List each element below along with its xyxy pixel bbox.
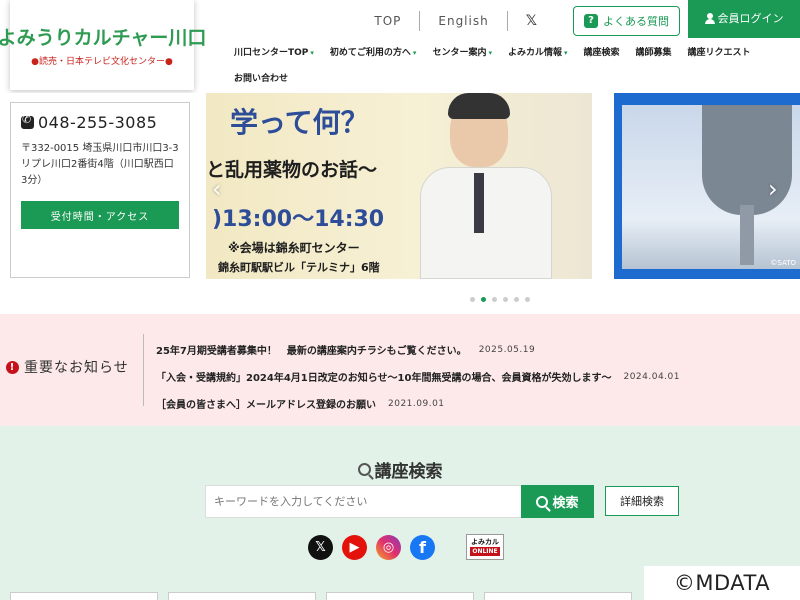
caret-down-icon: ▾ xyxy=(310,49,314,57)
search-button[interactable]: 検索 xyxy=(521,485,594,518)
nav-item-center-top[interactable]: 川口センターTOP ▾ xyxy=(226,46,322,60)
notice-date: 2021.09.01 xyxy=(388,398,445,409)
notice-heading: ! 重要なお知らせ xyxy=(6,357,129,377)
search-heading: 講座検索 xyxy=(0,457,800,482)
question-icon: ? xyxy=(584,14,598,28)
slider-prev-arrow[interactable]: ‹ xyxy=(212,175,222,203)
english-link[interactable]: English xyxy=(420,14,506,28)
caret-down-icon: ▾ xyxy=(412,49,417,57)
top-link[interactable]: TOP xyxy=(356,14,419,28)
notice-date: 2025.05.19 xyxy=(478,344,536,355)
slide-venue-detail: 錦糸町駅駅ビル「テルミナ」6階 xyxy=(218,261,380,274)
photo-credit: ©SATO xyxy=(770,259,796,267)
notice-item[interactable]: 「入会・受講規約」2024年4月1日改定のお知らせ〜10年間無受講の場合、会員資… xyxy=(156,363,680,390)
notice-list: 25年7月期受講者募集中！ 最新の講座案内チラシもご覧ください。 2025.05.… xyxy=(156,336,680,417)
notice-divider xyxy=(143,334,144,406)
logo-sub-text: ●読売・日本テレビ文化センター● xyxy=(31,57,173,67)
utility-bar: TOP English 𝕏 ? よくある質問 会員ログイン xyxy=(356,0,800,38)
user-icon xyxy=(704,12,715,24)
nav-item-course-search[interactable]: 講座検索 xyxy=(576,46,628,60)
lecturer-photo xyxy=(416,93,556,279)
slider-dot[interactable] xyxy=(514,297,519,302)
social-links: 𝕏 ▶ ◎ f よみカル ONLINE xyxy=(308,534,504,560)
instagram-icon[interactable]: ◎ xyxy=(376,534,401,560)
center-address: 〒332-0015 埼玉県川口市川口3-3 リプレ川口2番街4階（川口駅西口3分… xyxy=(21,143,179,186)
faq-button[interactable]: ? よくある質問 xyxy=(573,6,680,36)
slider-pagination xyxy=(470,297,536,302)
logo-main-text: よみうりカルチャー川口 xyxy=(0,27,207,49)
category-cards xyxy=(10,592,642,600)
slide-banner-lecture[interactable]: 学って何？ と乱用薬物のお話〜 )13:00〜14:30 ※会場は錦糸町センター… xyxy=(206,93,592,279)
category-card[interactable] xyxy=(168,592,316,600)
member-login-button[interactable]: 会員ログイン xyxy=(688,0,800,38)
caret-down-icon: ▾ xyxy=(488,49,492,57)
slider-dot[interactable] xyxy=(525,297,530,302)
nav-item-first-time[interactable]: 初めてご利用の方へ ▾ xyxy=(322,46,425,60)
search-icon xyxy=(536,495,549,508)
caret-down-icon: ▾ xyxy=(563,49,568,57)
nav-item-yomikaru-info[interactable]: よみカル情報 ▾ xyxy=(500,46,576,60)
main-nav: 川口センターTOP ▾ 初めてご利用の方へ ▾ センター案内 ▾ よみカル情報 ▾ 講座… xyxy=(226,46,796,86)
nav-item-center-info[interactable]: センター案内 ▾ xyxy=(424,46,500,60)
faq-label: よくある質問 xyxy=(603,15,669,28)
nav-item-contact[interactable]: お問い合わせ xyxy=(226,72,296,86)
alert-icon: ! xyxy=(6,360,19,374)
category-card[interactable] xyxy=(326,592,474,600)
nav-item-course-request[interactable]: 講座リクエスト xyxy=(680,46,759,60)
keyword-search-input[interactable] xyxy=(205,485,522,518)
phone-number[interactable]: 048-255-3085 xyxy=(21,113,179,132)
slide-time: )13:00〜14:30 xyxy=(212,207,385,232)
slider-dot[interactable] xyxy=(470,297,475,302)
slider-dot[interactable] xyxy=(481,297,486,302)
yomikaru-online-logo[interactable]: よみカル ONLINE xyxy=(466,534,504,560)
category-card[interactable] xyxy=(484,592,632,600)
contact-card: 048-255-3085 〒332-0015 埼玉県川口市川口3-3 リプレ川口… xyxy=(10,102,190,278)
x-icon[interactable]: 𝕏 xyxy=(508,13,555,29)
site-logo[interactable]: よみうりカルチャー川口 ●読売・日本テレビ文化センター● xyxy=(0,0,206,90)
slide-subtitle: と乱用薬物のお話〜 xyxy=(206,159,378,181)
slide-headline: 学って何？ xyxy=(230,106,369,139)
youtube-icon[interactable]: ▶ xyxy=(342,534,367,560)
access-button[interactable]: 受付時間・アクセス xyxy=(21,201,179,229)
phone-icon xyxy=(21,113,34,129)
slider-dot[interactable] xyxy=(492,297,497,302)
nav-item-instructor-recruit[interactable]: 講師募集 xyxy=(628,46,680,60)
advanced-search-button[interactable]: 詳細検索 xyxy=(605,486,679,516)
category-card[interactable] xyxy=(10,592,158,600)
search-icon xyxy=(357,463,371,476)
slider-next-arrow[interactable]: › xyxy=(768,175,778,203)
slider-dot[interactable] xyxy=(503,297,508,302)
notice-item[interactable]: 25年7月期受講者募集中！ 最新の講座案内チラシもご覧ください。 2025.05.… xyxy=(156,336,680,363)
x-icon[interactable]: 𝕏 xyxy=(308,534,333,560)
notice-item[interactable]: ［会員の皆さまへ］メールアドレス登録のお願い 2021.09.01 xyxy=(156,390,680,417)
watermark: ©MDATA xyxy=(644,566,800,600)
slide-venue: ※会場は錦糸町センター xyxy=(228,241,360,255)
facebook-icon[interactable]: f xyxy=(410,534,435,560)
login-label: 会員ログイン xyxy=(717,12,784,25)
notice-date: 2024.04.01 xyxy=(623,371,680,382)
